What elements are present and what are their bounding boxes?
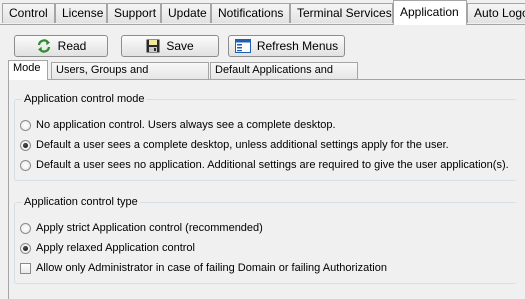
floppy-disk-icon xyxy=(146,39,160,53)
subtab-users-groups-applications[interactable]: Users, Groups and Applications xyxy=(51,62,209,91)
application-control-type-title: Application control type xyxy=(22,195,140,209)
type-option-label: Apply relaxed Application control xyxy=(36,242,195,254)
top-tab-bar: Control License Support Update Notificat… xyxy=(0,0,525,25)
tab-license[interactable]: License xyxy=(55,3,107,23)
radio-no-control[interactable] xyxy=(20,119,31,131)
type-option-label: Apply strict Application control (recomm… xyxy=(36,222,263,234)
application-control-mode-title: Application control mode xyxy=(22,92,147,106)
mode-option-label: Default a user sees no application. Addi… xyxy=(36,159,509,171)
mode-option-no-application[interactable]: Default a user sees no application. Addi… xyxy=(20,157,509,173)
tab-support[interactable]: Support xyxy=(107,3,161,23)
type-option-strict[interactable]: Apply strict Application control (recomm… xyxy=(20,220,263,236)
radio-relaxed-control[interactable] xyxy=(20,242,31,254)
application-control-type-group: Application control type Apply strict Ap… xyxy=(14,195,517,284)
subtab-default-applications-sets[interactable]: Default Applications and Sets xyxy=(210,62,358,91)
allow-admin-only-checkbox[interactable] xyxy=(20,262,31,274)
read-button[interactable]: Read xyxy=(14,35,108,57)
tab-notifications[interactable]: Notifications xyxy=(211,3,290,23)
radio-no-application[interactable] xyxy=(20,159,31,171)
refresh-arrows-icon xyxy=(36,38,52,54)
refresh-menus-button[interactable]: Refresh Menus xyxy=(228,35,345,57)
read-button-label: Read xyxy=(57,39,87,53)
tab-application[interactable]: Application xyxy=(393,0,467,25)
radio-strict-control[interactable] xyxy=(20,222,31,234)
window-menu-icon xyxy=(234,39,251,53)
application-control-mode-group: Application control mode No application … xyxy=(14,92,517,181)
save-button[interactable]: Save xyxy=(121,35,219,57)
type-option-relaxed[interactable]: Apply relaxed Application control xyxy=(20,240,195,256)
radio-complete-desktop[interactable] xyxy=(20,139,31,151)
tab-auto-logon[interactable]: Auto Logo xyxy=(467,3,525,23)
tab-update[interactable]: Update xyxy=(161,3,211,23)
allow-admin-only-option[interactable]: Allow only Administrator in case of fail… xyxy=(20,260,387,276)
mode-option-label: No application control. Users always see… xyxy=(36,119,336,131)
allow-admin-only-label: Allow only Administrator in case of fail… xyxy=(36,262,387,274)
main-panel: Read Save Refresh Menus Mode Users, Grou… xyxy=(0,25,525,299)
mode-option-complete-desktop[interactable]: Default a user sees a complete desktop, … xyxy=(20,137,449,153)
tab-terminal-services[interactable]: Terminal Services xyxy=(290,3,393,23)
subtab-mode[interactable]: Mode xyxy=(8,60,48,80)
tab-control[interactable]: Control xyxy=(2,3,55,23)
mode-option-label: Default a user sees a complete desktop, … xyxy=(36,139,449,151)
refresh-menus-button-label: Refresh Menus xyxy=(256,39,339,53)
mode-option-no-control[interactable]: No application control. Users always see… xyxy=(20,117,336,133)
save-button-label: Save xyxy=(166,39,194,53)
